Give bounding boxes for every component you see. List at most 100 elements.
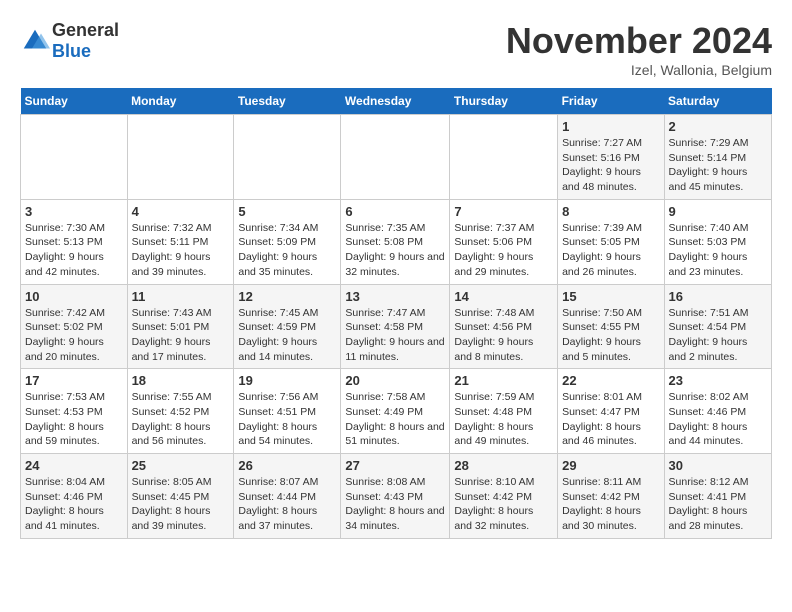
logo: General Blue [20,20,119,62]
day-info: Sunrise: 7:55 AM Sunset: 4:52 PM Dayligh… [132,390,230,449]
day-number: 1 [562,119,659,134]
calendar-cell: 26 Sunrise: 8:07 AM Sunset: 4:44 PM Dayli… [234,454,341,539]
day-number: 13 [345,289,445,304]
calendar-cell [21,115,128,200]
day-info: Sunrise: 8:04 AM Sunset: 4:46 PM Dayligh… [25,475,123,534]
day-header-saturday: Saturday [664,88,771,115]
calendar-cell: 30 Sunrise: 8:12 AM Sunset: 4:41 PM Dayli… [664,454,771,539]
calendar-cell: 5 Sunrise: 7:34 AM Sunset: 5:09 PM Daylig… [234,199,341,284]
calendar-cell: 24 Sunrise: 8:04 AM Sunset: 4:46 PM Dayli… [21,454,128,539]
calendar-table: SundayMondayTuesdayWednesdayThursdayFrid… [20,88,772,539]
day-number: 23 [669,373,767,388]
day-info: Sunrise: 8:12 AM Sunset: 4:41 PM Dayligh… [669,475,767,534]
calendar-cell: 11Sunrise: 7:43 AM Sunset: 5:01 PM Dayli… [127,284,234,369]
day-number: 22 [562,373,659,388]
month-title: November 2024 [506,20,772,62]
day-number: 14 [454,289,553,304]
day-header-monday: Monday [127,88,234,115]
calendar-cell: 22Sunrise: 8:01 AM Sunset: 4:47 PM Dayli… [558,369,664,454]
day-info: Sunrise: 8:08 AM Sunset: 4:43 PM Dayligh… [345,475,445,534]
calendar-cell: 17Sunrise: 7:53 AM Sunset: 4:53 PM Dayli… [21,369,128,454]
calendar-cell: 8 Sunrise: 7:39 AM Sunset: 5:05 PM Daylig… [558,199,664,284]
calendar-cell: 12 Sunrise: 7:45 AM Sunset: 4:59 PM Dayli… [234,284,341,369]
day-info: Sunrise: 7:47 AM Sunset: 4:58 PM Dayligh… [345,306,445,365]
day-number: 18 [132,373,230,388]
day-number: 2 [669,119,767,134]
day-number: 19 [238,373,336,388]
calendar-cell: 2 Sunrise: 7:29 AM Sunset: 5:14 PM Daylig… [664,115,771,200]
day-info: Sunrise: 7:32 AM Sunset: 5:11 PM Dayligh… [132,221,230,280]
calendar-cell: 1 Sunrise: 7:27 AM Sunset: 5:16 PM Daylig… [558,115,664,200]
day-info: Sunrise: 8:11 AM Sunset: 4:42 PM Dayligh… [562,475,659,534]
day-info: Sunrise: 7:45 AM Sunset: 4:59 PM Dayligh… [238,306,336,365]
calendar-cell: 29Sunrise: 8:11 AM Sunset: 4:42 PM Dayli… [558,454,664,539]
day-info: Sunrise: 7:59 AM Sunset: 4:48 PM Dayligh… [454,390,553,449]
calendar-cell: 9 Sunrise: 7:40 AM Sunset: 5:03 PM Daylig… [664,199,771,284]
page-header: General Blue November 2024 Izel, Walloni… [20,20,772,78]
calendar-cell: 13 Sunrise: 7:47 AM Sunset: 4:58 PM Dayli… [341,284,450,369]
calendar-cell: 16 Sunrise: 7:51 AM Sunset: 4:54 PM Dayli… [664,284,771,369]
day-number: 9 [669,204,767,219]
week-row-5: 24 Sunrise: 8:04 AM Sunset: 4:46 PM Dayli… [21,454,772,539]
calendar-cell: 19Sunrise: 7:56 AM Sunset: 4:51 PM Dayli… [234,369,341,454]
day-info: Sunrise: 7:42 AM Sunset: 5:02 PM Dayligh… [25,306,123,365]
day-number: 15 [562,289,659,304]
day-info: Sunrise: 7:37 AM Sunset: 5:06 PM Dayligh… [454,221,553,280]
calendar-cell: 10 Sunrise: 7:42 AM Sunset: 5:02 PM Dayli… [21,284,128,369]
day-number: 4 [132,204,230,219]
day-header-wednesday: Wednesday [341,88,450,115]
day-number: 28 [454,458,553,473]
day-number: 16 [669,289,767,304]
day-info: Sunrise: 8:07 AM Sunset: 4:44 PM Dayligh… [238,475,336,534]
day-number: 10 [25,289,123,304]
day-number: 30 [669,458,767,473]
week-row-4: 17Sunrise: 7:53 AM Sunset: 4:53 PM Dayli… [21,369,772,454]
day-number: 11 [132,289,230,304]
week-row-3: 10 Sunrise: 7:42 AM Sunset: 5:02 PM Dayli… [21,284,772,369]
week-row-2: 3Sunrise: 7:30 AM Sunset: 5:13 PM Daylig… [21,199,772,284]
calendar-cell: 15 Sunrise: 7:50 AM Sunset: 4:55 PM Dayli… [558,284,664,369]
title-section: November 2024 Izel, Wallonia, Belgium [506,20,772,78]
day-number: 25 [132,458,230,473]
day-number: 5 [238,204,336,219]
day-header-friday: Friday [558,88,664,115]
logo-blue: Blue [52,41,91,61]
calendar-cell: 6Sunrise: 7:35 AM Sunset: 5:08 PM Daylig… [341,199,450,284]
day-info: Sunrise: 7:39 AM Sunset: 5:05 PM Dayligh… [562,221,659,280]
calendar-cell: 28 Sunrise: 8:10 AM Sunset: 4:42 PM Dayli… [450,454,558,539]
calendar-cell: 20Sunrise: 7:58 AM Sunset: 4:49 PM Dayli… [341,369,450,454]
day-info: Sunrise: 7:34 AM Sunset: 5:09 PM Dayligh… [238,221,336,280]
week-row-1: 1 Sunrise: 7:27 AM Sunset: 5:16 PM Daylig… [21,115,772,200]
day-header-sunday: Sunday [21,88,128,115]
location-subtitle: Izel, Wallonia, Belgium [506,62,772,78]
calendar-cell [127,115,234,200]
calendar-cell [234,115,341,200]
calendar-cell: 23Sunrise: 8:02 AM Sunset: 4:46 PM Dayli… [664,369,771,454]
day-info: Sunrise: 7:29 AM Sunset: 5:14 PM Dayligh… [669,136,767,195]
day-number: 21 [454,373,553,388]
day-info: Sunrise: 7:27 AM Sunset: 5:16 PM Dayligh… [562,136,659,195]
calendar-cell: 25Sunrise: 8:05 AM Sunset: 4:45 PM Dayli… [127,454,234,539]
day-info: Sunrise: 7:58 AM Sunset: 4:49 PM Dayligh… [345,390,445,449]
day-info: Sunrise: 7:53 AM Sunset: 4:53 PM Dayligh… [25,390,123,449]
day-header-thursday: Thursday [450,88,558,115]
day-info: Sunrise: 7:50 AM Sunset: 4:55 PM Dayligh… [562,306,659,365]
day-info: Sunrise: 8:10 AM Sunset: 4:42 PM Dayligh… [454,475,553,534]
logo-general: General [52,20,119,40]
day-info: Sunrise: 7:40 AM Sunset: 5:03 PM Dayligh… [669,221,767,280]
day-number: 12 [238,289,336,304]
logo-icon [20,26,50,56]
calendar-cell: 4 Sunrise: 7:32 AM Sunset: 5:11 PM Daylig… [127,199,234,284]
days-header-row: SundayMondayTuesdayWednesdayThursdayFrid… [21,88,772,115]
calendar-cell [450,115,558,200]
day-info: Sunrise: 7:35 AM Sunset: 5:08 PM Dayligh… [345,221,445,280]
day-header-tuesday: Tuesday [234,88,341,115]
day-number: 27 [345,458,445,473]
day-number: 26 [238,458,336,473]
calendar-cell: 3Sunrise: 7:30 AM Sunset: 5:13 PM Daylig… [21,199,128,284]
calendar-cell [341,115,450,200]
day-number: 8 [562,204,659,219]
calendar-cell: 21 Sunrise: 7:59 AM Sunset: 4:48 PM Dayli… [450,369,558,454]
day-info: Sunrise: 7:51 AM Sunset: 4:54 PM Dayligh… [669,306,767,365]
day-number: 24 [25,458,123,473]
